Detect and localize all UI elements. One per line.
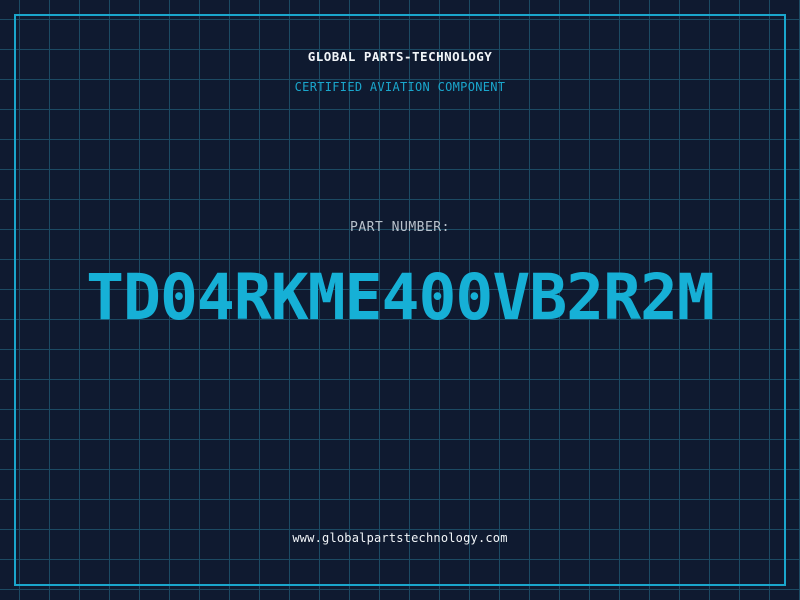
company-name: GLOBAL PARTS-TECHNOLOGY [307, 49, 493, 64]
certification-subtitle: CERTIFIED AVIATION COMPONENT [294, 80, 506, 94]
website-url: www.globalpartstechnology.com [292, 531, 508, 545]
part-number-label: PART NUMBER: [350, 220, 450, 235]
part-number-value: TD04RKME400VB2R2M [86, 261, 715, 334]
